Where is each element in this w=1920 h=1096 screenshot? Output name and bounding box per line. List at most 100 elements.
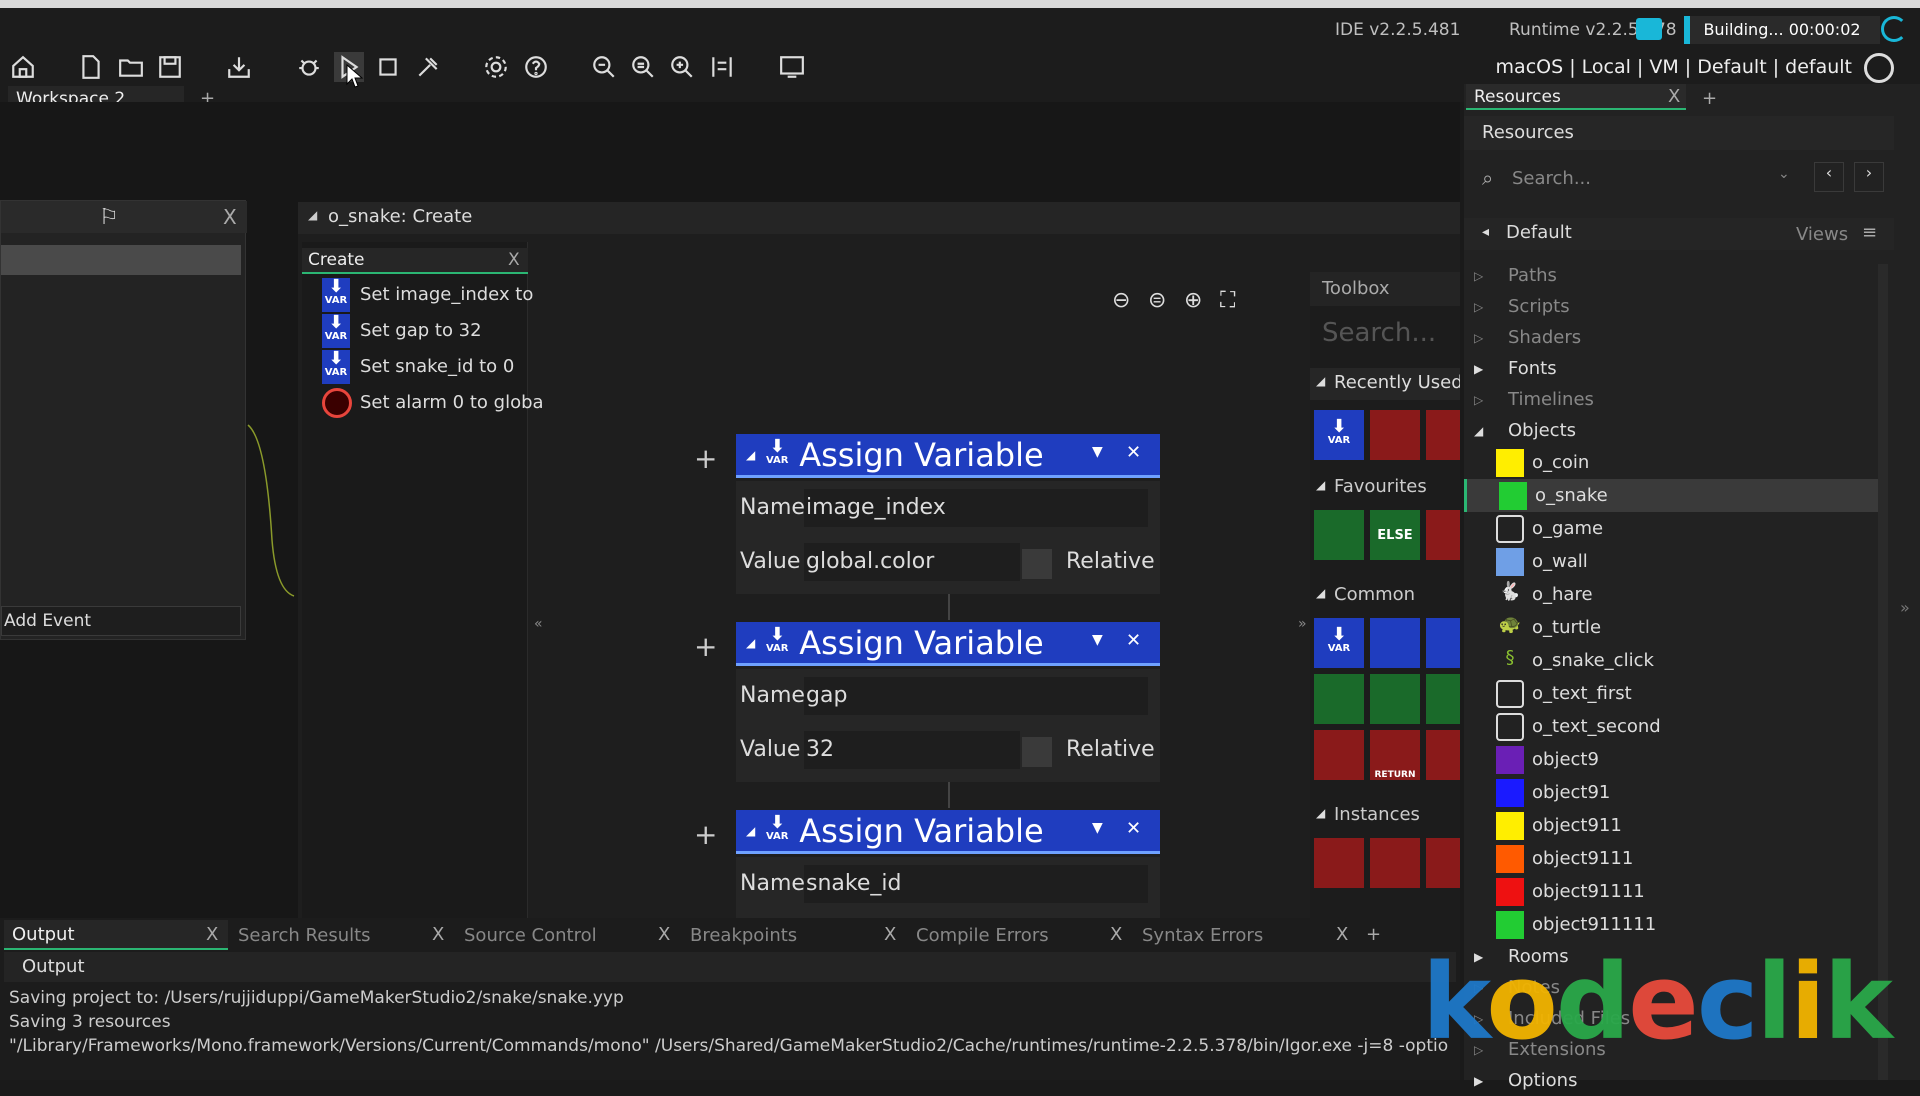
global-var-icon[interactable] — [1370, 618, 1420, 668]
assign-variable-block[interactable]: ◢ ⬇ VAR Assign Variable ▼ ✕ Name snake_id — [736, 810, 1160, 922]
zoom-reset-icon[interactable]: ⊜ — [1148, 288, 1178, 318]
export-icon[interactable] — [224, 52, 254, 82]
destroy-at-position-icon[interactable] — [1426, 838, 1460, 888]
add-block-button[interactable]: + — [694, 630, 717, 663]
settings-icon[interactable] — [481, 52, 511, 82]
tab-create[interactable]: Create X — [302, 248, 528, 274]
else-icon[interactable]: ELSE — [1370, 510, 1420, 560]
delete-icon[interactable] — [1426, 510, 1460, 560]
var-icon[interactable]: ⬇ VAR — [1314, 618, 1364, 668]
assign-variable-block[interactable]: ◢ ⬇ VAR Assign Variable ▼ ✕ Name image_in… — [736, 434, 1160, 594]
close-icon[interactable]: X — [508, 250, 520, 270]
expand-panel-icon[interactable]: » — [1900, 598, 1910, 617]
help-icon[interactable] — [521, 52, 551, 82]
tab-breakpoints[interactable]: Breakpoints X — [682, 920, 906, 950]
dropdown-icon[interactable]: ▼ — [1092, 632, 1103, 648]
list-icon[interactable] — [1426, 410, 1460, 460]
fullscreen-icon[interactable]: ⛶ — [1220, 288, 1250, 318]
tree-folder-objects[interactable]: ◢ Objects — [1464, 415, 1884, 446]
event-row-selected[interactable] — [1, 245, 241, 275]
tree-item-object[interactable]: o_text_second — [1464, 710, 1884, 743]
add-event-button[interactable]: Add Event — [1, 606, 241, 636]
tree-item-object[interactable]: o_wall — [1464, 545, 1884, 578]
exit-icon[interactable] — [1426, 730, 1460, 780]
if-icon[interactable] — [1314, 510, 1364, 560]
open-folder-icon[interactable] — [116, 52, 146, 82]
add-tab-button[interactable]: + — [1702, 88, 1717, 109]
debug-icon[interactable] — [294, 52, 324, 82]
value-field[interactable]: global.color — [804, 543, 1020, 581]
name-field[interactable]: gap — [804, 677, 1148, 715]
tree-item-object[interactable]: object9111 — [1464, 842, 1884, 875]
resources-search[interactable]: ⌕ Search... — [1468, 162, 1768, 196]
relative-checkbox[interactable] — [1022, 737, 1052, 767]
clean-icon[interactable] — [413, 52, 443, 82]
tree-item-object[interactable]: object9 — [1464, 743, 1884, 776]
zoom-out-icon[interactable] — [589, 52, 619, 82]
zoom-in-icon[interactable]: ⊕ — [1184, 288, 1214, 318]
if-undefined-icon[interactable] — [1370, 674, 1420, 724]
else-icon[interactable] — [1426, 674, 1460, 724]
views-label[interactable]: Views — [1796, 224, 1848, 245]
close-icon[interactable]: ✕ — [1126, 818, 1141, 839]
toolbox-search[interactable]: Search... — [1310, 314, 1460, 354]
collapse-right-icon[interactable]: » — [1298, 616, 1307, 632]
zoom-in-icon[interactable] — [667, 52, 697, 82]
close-icon[interactable]: ✕ — [1126, 630, 1141, 651]
tree-item-object[interactable]: object911 — [1464, 809, 1884, 842]
close-icon[interactable]: ✕ — [1126, 442, 1141, 463]
dropdown-icon[interactable]: ▼ — [1092, 444, 1103, 460]
home-icon[interactable] — [8, 52, 38, 82]
function-call-icon[interactable] — [1314, 730, 1364, 780]
stop-icon[interactable] — [373, 52, 403, 82]
collapse-icon[interactable]: ◢ — [746, 824, 755, 838]
fit-icon[interactable] — [707, 52, 737, 82]
section-recently-used[interactable]: Recently Used — [1334, 372, 1460, 393]
zoom-reset-icon[interactable] — [628, 52, 658, 82]
chat-icon[interactable] — [1636, 18, 1662, 40]
tree-folder-options[interactable]: ▶ Options — [1464, 1065, 1884, 1096]
tree-item-object[interactable]: object91 — [1464, 776, 1884, 809]
tree-item-object[interactable]: o_coin — [1464, 446, 1884, 479]
if-variable-icon[interactable] — [1314, 674, 1364, 724]
resource-group[interactable]: Default — [1506, 222, 1572, 243]
tree-item-object[interactable]: o_game — [1464, 512, 1884, 545]
collapse-icon[interactable]: ◢ — [746, 448, 755, 462]
forward-button[interactable]: › — [1854, 162, 1884, 192]
value-field[interactable]: 32 — [804, 731, 1020, 769]
tree-item-object[interactable]: o_text_first — [1464, 677, 1884, 710]
tab-source-control[interactable]: Source Control X — [456, 920, 680, 950]
zoom-out-icon[interactable]: ⊖ — [1112, 288, 1142, 318]
create-instance-icon[interactable] — [1314, 838, 1364, 888]
menu-icon[interactable]: ≡ — [1862, 222, 1877, 243]
dropdown-icon[interactable]: ▼ — [1092, 820, 1103, 836]
tree-folder-shaders[interactable]: ▷ Shaders — [1464, 322, 1884, 353]
monitor-icon[interactable] — [774, 52, 810, 82]
tree-item-object[interactable]: object911111 — [1464, 908, 1884, 941]
section-common[interactable]: Common — [1334, 584, 1415, 605]
destroy-instance-icon[interactable] — [1370, 838, 1420, 888]
save-icon[interactable] — [155, 52, 185, 82]
new-file-icon[interactable] — [76, 52, 106, 82]
back-button[interactable]: ‹ — [1814, 162, 1844, 192]
tab-search-results[interactable]: Search Results X — [230, 920, 454, 950]
tree-item-object[interactable]: object91111 — [1464, 875, 1884, 908]
code-icon[interactable] — [1370, 410, 1420, 460]
collapse-icon[interactable]: ◢ — [746, 636, 755, 650]
tree-item-object[interactable]: 🐇 o_hare — [1464, 578, 1884, 611]
target-icon[interactable] — [1864, 53, 1894, 83]
close-icon[interactable]: X — [223, 205, 237, 229]
tree-item-object-selected[interactable]: o_snake — [1464, 479, 1884, 512]
var-icon[interactable]: ⬇ VAR — [1314, 410, 1364, 460]
temp-var-icon[interactable] — [1426, 618, 1460, 668]
return-icon[interactable]: RETURN — [1370, 730, 1420, 780]
section-favourites[interactable]: Favourites — [1334, 476, 1427, 497]
tab-output[interactable]: Output X — [4, 920, 228, 950]
tree-item-object[interactable]: 🐢 o_turtle — [1464, 611, 1884, 644]
flag-icon[interactable]: ⚐ — [99, 205, 119, 230]
tree-folder-timelines[interactable]: ▷ Timelines — [1464, 384, 1884, 415]
tree-folder-paths[interactable]: ▷ Paths — [1464, 260, 1884, 291]
chevron-down-icon[interactable]: ⌄ — [1778, 166, 1790, 182]
close-icon[interactable]: X — [1668, 86, 1680, 107]
add-block-button[interactable]: + — [694, 818, 717, 851]
